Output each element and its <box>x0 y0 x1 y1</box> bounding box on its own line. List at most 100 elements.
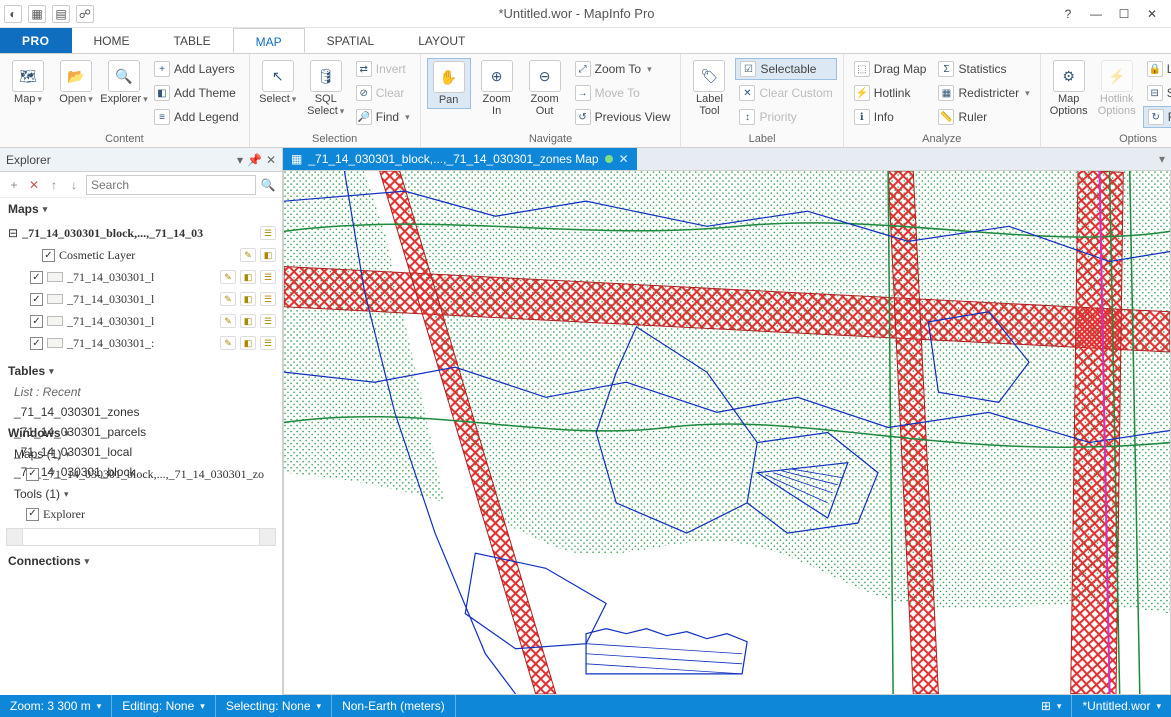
layer-row[interactable]: ✓Cosmetic Layer✎◧ <box>8 244 282 266</box>
status-selecting[interactable]: Selecting: None <box>216 695 332 717</box>
layer-row[interactable]: ✓_71_14_030301_:✎◧☰ <box>8 332 282 354</box>
collapse-icon[interactable]: ⊟ <box>8 226 18 240</box>
tab-map[interactable]: MAP <box>233 28 305 53</box>
windows-maps[interactable]: Maps (1) <box>14 444 282 464</box>
layer-label-icon[interactable]: ◧ <box>240 336 256 350</box>
map-canvas[interactable] <box>283 170 1171 695</box>
layer-more-icon[interactable]: ☰ <box>260 314 276 328</box>
hotlink-button[interactable]: ⚡Hotlink <box>850 82 931 104</box>
layer-more-icon[interactable]: ☰ <box>260 270 276 284</box>
add-icon[interactable]: + <box>6 178 22 192</box>
layer-label-icon[interactable]: ◧ <box>240 292 256 306</box>
section-maps[interactable]: Maps <box>0 198 282 220</box>
tab-close-icon[interactable]: ✕ <box>619 152 629 166</box>
redistricter-button[interactable]: ▦Redistricter <box>934 82 1033 104</box>
selectable-button[interactable]: ☑Selectable <box>735 58 836 80</box>
close-button[interactable]: ✕ <box>1143 7 1161 21</box>
tables-subheader[interactable]: List : Recent <box>14 382 282 402</box>
status-projection[interactable]: Non-Earth (meters) <box>332 695 456 717</box>
explorer-close-icon[interactable]: ✕ <box>266 153 276 167</box>
qat-btn-3[interactable]: ☍ <box>76 5 94 23</box>
layer-style-icon[interactable]: ✎ <box>220 336 236 350</box>
tools-item[interactable]: ✓ Explorer <box>14 504 282 524</box>
map-document-tab[interactable]: ▦ _71_14_030301_block,...,_71_14_030301_… <box>283 148 637 170</box>
layer-row[interactable]: ✓_71_14_030301_l✎◧☰ <box>8 288 282 310</box>
hotlink-options-button[interactable]: ⚡Hotlink Options <box>1095 58 1139 119</box>
explorer-pin-icon[interactable]: 📌 <box>247 153 262 167</box>
layer-row[interactable]: ✓_71_14_030301_l✎◧☰ <box>8 266 282 288</box>
layer-style-icon[interactable]: ✎ <box>240 248 256 262</box>
tab-table[interactable]: TABLE <box>152 28 233 53</box>
search-icon[interactable]: 🔍 <box>260 178 276 192</box>
tools-section[interactable]: Tools (1) <box>14 484 282 504</box>
zoom-in-button[interactable]: ⊕Zoom In <box>475 58 519 119</box>
layer-more-icon[interactable]: ☰ <box>260 292 276 306</box>
info-button[interactable]: ℹInfo <box>850 106 931 128</box>
map-button[interactable]: 🗺Map <box>6 58 50 107</box>
layer-visible-checkbox[interactable]: ✓ <box>30 293 43 306</box>
maximize-button[interactable]: ☐ <box>1115 7 1133 21</box>
lock-scale-button[interactable]: 🔒Lock Scale <box>1143 58 1171 80</box>
move-to-button[interactable]: →Move To <box>571 82 675 104</box>
help-button[interactable]: ? <box>1059 7 1077 21</box>
sql-select-button[interactable]: 🛢SQL Select <box>304 58 348 119</box>
tab-layout[interactable]: LAYOUT <box>396 28 487 53</box>
explorer-drop-icon[interactable]: ▾ <box>237 153 243 167</box>
clear-button[interactable]: ⊘Clear <box>352 82 414 104</box>
zoom-out-button[interactable]: ⊖Zoom Out <box>523 58 567 119</box>
clear-custom-button[interactable]: ✕Clear Custom <box>735 82 836 104</box>
explorer-header[interactable]: Explorer ▾ 📌 ✕ <box>0 148 282 172</box>
tab-spatial[interactable]: SPATIAL <box>305 28 397 53</box>
add-legend-button[interactable]: ≡Add Legend <box>150 106 243 128</box>
layer-tools-icon[interactable]: ☰ <box>260 226 276 240</box>
explorer-hscroll[interactable] <box>6 528 276 546</box>
previous-view-button[interactable]: ↺Previous View <box>571 106 675 128</box>
up-icon[interactable]: ↑ <box>46 178 62 192</box>
qat-btn-1[interactable]: ▦ <box>28 5 46 23</box>
layer-visible-checkbox[interactable]: ✓ <box>30 315 43 328</box>
layer-style-icon[interactable]: ✎ <box>220 314 236 328</box>
section-tables[interactable]: Tables <box>0 360 282 382</box>
statistics-button[interactable]: ΣStatistics <box>934 58 1033 80</box>
search-input[interactable] <box>86 175 256 195</box>
scalebar-button[interactable]: ⊟Scalebar <box>1143 82 1171 104</box>
layer-row[interactable]: ✓_71_14_030301_l✎◧☰ <box>8 310 282 332</box>
status-snap[interactable]: ⊞ <box>1031 695 1073 717</box>
layer-visible-checkbox[interactable]: ✓ <box>30 271 43 284</box>
drag-map-button[interactable]: ⬚Drag Map <box>850 58 931 80</box>
priority-button[interactable]: ↕Priority <box>735 106 836 128</box>
explorer-button[interactable]: 🔍Explorer <box>102 58 146 107</box>
open-button[interactable]: 📂Open <box>54 58 98 107</box>
layer-label-icon[interactable]: ◧ <box>240 270 256 284</box>
layer-label-icon[interactable]: ◧ <box>240 314 256 328</box>
layer-more-icon[interactable]: ☰ <box>260 336 276 350</box>
pan-button[interactable]: ✋Pan <box>427 58 471 109</box>
root-map-item[interactable]: ⊟ _71_14_030301_block,...,_71_14_03 ☰ <box>8 222 282 244</box>
invert-button[interactable]: ⇄Invert <box>352 58 414 80</box>
layer-label-icon[interactable]: ◧ <box>260 248 276 262</box>
tab-home[interactable]: HOME <box>72 28 152 53</box>
qat-btn-2[interactable]: ▤ <box>52 5 70 23</box>
table-item[interactable]: _71_14_030301_zones <box>14 402 282 422</box>
layer-style-icon[interactable]: ✎ <box>220 270 236 284</box>
redraw-button[interactable]: ↻Redraw <box>1143 106 1171 128</box>
map-options-button[interactable]: ⚙Map Options <box>1047 58 1091 119</box>
layer-style-icon[interactable]: ✎ <box>220 292 236 306</box>
section-connections[interactable]: Connections <box>0 550 282 572</box>
tab-pro[interactable]: PRO <box>0 28 72 53</box>
status-editing[interactable]: Editing: None <box>112 695 216 717</box>
checkbox[interactable]: ✓ <box>26 508 39 521</box>
layer-visible-checkbox[interactable]: ✓ <box>30 337 43 350</box>
zoom-to-button[interactable]: ⤢Zoom To <box>571 58 675 80</box>
status-zoom[interactable]: Zoom: 3 300 m <box>0 695 112 717</box>
find-button[interactable]: 🔎Find <box>352 106 414 128</box>
map-tab-menu-icon[interactable]: ▾ <box>1153 152 1171 166</box>
minimize-button[interactable]: — <box>1087 7 1105 21</box>
checkbox[interactable]: ✓ <box>26 468 39 481</box>
select-button[interactable]: ↖Select <box>256 58 300 107</box>
label-tool-button[interactable]: 🏷Label Tool <box>687 58 731 119</box>
down-icon[interactable]: ↓ <box>66 178 82 192</box>
add-layers-button[interactable]: +Add Layers <box>150 58 243 80</box>
add-theme-button[interactable]: ◧Add Theme <box>150 82 243 104</box>
ruler-button[interactable]: 📏Ruler <box>934 106 1033 128</box>
